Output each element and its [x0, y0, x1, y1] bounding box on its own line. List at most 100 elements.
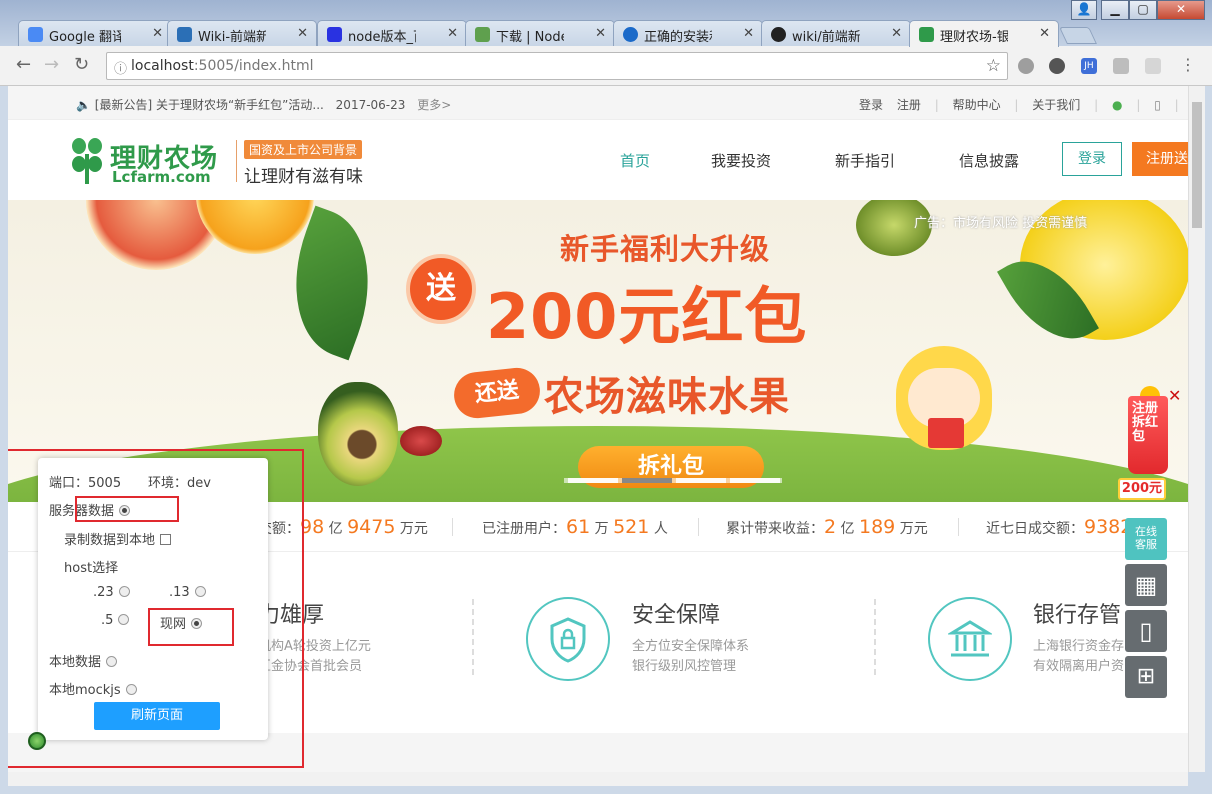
extension-jh-icon[interactable]: JH — [1081, 58, 1097, 74]
extension-reader-icon[interactable] — [1113, 58, 1129, 74]
top-register-link[interactable]: 注册 — [897, 98, 921, 112]
carousel-dot[interactable] — [568, 478, 618, 483]
refresh-page-button[interactable]: 刷新页面 — [94, 702, 220, 730]
carousel-dot[interactable] — [676, 478, 726, 483]
minimize-button[interactable]: ▁ — [1101, 0, 1129, 20]
divider — [452, 518, 453, 536]
tab-close-icon[interactable]: ✕ — [891, 26, 902, 41]
login-button[interactable]: 登录 — [1062, 142, 1122, 176]
host-radio[interactable] — [118, 586, 130, 597]
divider: | — [1136, 98, 1141, 112]
online-service-button[interactable]: 在线客服 — [1125, 518, 1167, 560]
more-link[interactable]: 更多> — [417, 98, 451, 112]
page-info-icon[interactable]: ⓘ — [114, 58, 127, 77]
divider — [874, 599, 876, 675]
wechat-icon[interactable]: ● — [1112, 98, 1122, 112]
extension-globe-icon[interactable] — [1018, 58, 1034, 74]
site-header: 理财农场 Lcfarm.com 国资及上市公司背景 让理财有滋有味 首页 我要投… — [8, 120, 1188, 200]
tab-title: node版本_百度 — [348, 30, 416, 45]
cherries-image — [400, 426, 442, 456]
qrcode-icon[interactable]: ▦ — [1125, 564, 1167, 606]
lcfarm-icon — [919, 27, 934, 42]
lemon-mascot-image — [896, 346, 992, 450]
local-data-radio[interactable] — [106, 656, 118, 667]
tab-github-wiki[interactable]: wiki/前端新人指 ✕ — [761, 20, 911, 47]
tab-strip: Google 翻译 ✕ Wiki-前端新人指 ✕ node版本_百度 ✕ 下载 … — [0, 0, 1212, 47]
horizontal-scrollbar[interactable] — [8, 772, 1188, 786]
tab-wiki[interactable]: Wiki-前端新人指 ✕ — [167, 20, 317, 47]
close-icon[interactable]: ✕ — [1168, 386, 1181, 405]
feature-line: 银行级别风控管理 — [632, 659, 737, 674]
mobile-app-icon[interactable]: ▯ — [1125, 610, 1167, 652]
tab-baidu[interactable]: node版本_百度 ✕ — [317, 20, 467, 47]
logo-sprout-icon[interactable] — [72, 138, 102, 184]
tab-lcfarm[interactable]: 理财农场-银行存 ✕ — [909, 20, 1059, 47]
logo-english[interactable]: Lcfarm.com — [112, 168, 211, 186]
nav-invest[interactable]: 我要投资 — [711, 150, 771, 171]
host-option-5[interactable]: .5 — [101, 613, 130, 628]
mockjs-radio[interactable] — [125, 684, 137, 695]
github-icon — [771, 27, 786, 42]
carousel-dot-active[interactable] — [622, 478, 672, 483]
user-profile-button[interactable]: 👤 — [1071, 0, 1097, 20]
nav-disclosure[interactable]: 信息披露 — [959, 150, 1019, 171]
red-packet-card[interactable]: 注册拆红包 — [1128, 396, 1168, 474]
scrollbar-thumb[interactable] — [1192, 102, 1202, 228]
stat-weekly-volume: 近七日成交额：9382 — [986, 516, 1133, 538]
dev-panel-toggle-icon[interactable] — [28, 732, 46, 750]
extension-feather-icon[interactable] — [1049, 58, 1065, 74]
nav-guide[interactable]: 新手指引 — [835, 150, 895, 171]
tab-close-icon[interactable]: ✕ — [447, 26, 458, 41]
help-center-link[interactable]: 帮助中心 — [953, 98, 1001, 112]
tab-google-translate[interactable]: Google 翻译 ✕ — [18, 20, 172, 47]
back-icon[interactable]: ← — [16, 55, 31, 75]
host-radio[interactable] — [118, 614, 130, 625]
nav-home[interactable]: 首页 — [620, 150, 650, 171]
slogan: 让理财有滋有味 — [244, 167, 363, 187]
wiki-icon — [177, 27, 192, 42]
record-option[interactable]: 录制数据到本地 — [64, 529, 172, 548]
tab-install-guide[interactable]: 正确的安装和使 ✕ — [613, 20, 763, 47]
tab-close-icon[interactable]: ✕ — [1039, 26, 1050, 41]
host-option-13[interactable]: .13 — [169, 585, 206, 600]
tab-close-icon[interactable]: ✕ — [152, 26, 163, 41]
host-option-23[interactable]: .23 — [93, 585, 130, 600]
announcement-text[interactable]: [最新公告] 关于理财农场“新手红包”活动... — [95, 98, 324, 112]
forward-icon[interactable]: → — [44, 55, 59, 75]
announcement[interactable]: 🔈 [最新公告] 关于理财农场“新手红包”活动... 2017-06-23 更多… — [76, 96, 451, 113]
carousel-dot[interactable] — [730, 478, 780, 483]
register-red-packet-widget[interactable]: 注册拆红包 200元 ✕ — [1118, 386, 1181, 506]
feature-line: 上海银行资金存 — [1033, 639, 1125, 654]
mobile-icon[interactable]: ▯ — [1154, 98, 1161, 112]
red-envelope — [928, 418, 964, 448]
calculator-icon[interactable]: ⊞ — [1125, 656, 1167, 698]
annotation-outline-live-host — [148, 608, 234, 646]
close-window-button[interactable]: ✕ — [1157, 0, 1205, 20]
tab-close-icon[interactable]: ✕ — [297, 26, 308, 41]
top-links: 登录 注册 | 帮助中心 | 关于我们 | ● | ▯ | ✆40 — [859, 96, 1188, 113]
tab-close-icon[interactable]: ✕ — [595, 26, 606, 41]
local-data-option[interactable]: 本地数据 — [49, 651, 118, 670]
reload-icon[interactable]: ↻ — [74, 55, 89, 75]
menu-dots-icon[interactable]: ⋮ — [1180, 55, 1196, 75]
top-login-link[interactable]: 登录 — [859, 98, 883, 112]
banner-title: 新手福利大升级 — [560, 232, 771, 266]
vertical-scrollbar[interactable] — [1188, 86, 1205, 772]
new-tab-button[interactable] — [1059, 27, 1097, 44]
extension-shield-icon[interactable] — [1145, 58, 1161, 74]
bookmark-star-icon[interactable]: ☆ — [986, 56, 1001, 76]
about-us-link[interactable]: 关于我们 — [1032, 98, 1080, 112]
banner-headline: 200元红包 — [486, 280, 808, 353]
address-bar[interactable]: ⓘ localhost:5005/index.html ☆ — [106, 52, 1008, 80]
tab-nodejs[interactable]: 下载 | Node.js 中 ✕ — [465, 20, 615, 47]
background-badge: 国资及上市公司背景 — [244, 140, 363, 159]
register-button[interactable]: 注册送 — [1132, 142, 1188, 176]
tab-close-icon[interactable]: ✕ — [743, 26, 754, 41]
mockjs-option[interactable]: 本地mockjs — [49, 679, 137, 698]
record-checkbox[interactable] — [160, 534, 172, 545]
maximize-button[interactable]: ▢ — [1129, 0, 1157, 20]
page-viewport: 🔈 [最新公告] 关于理财农场“新手红包”活动... 2017-06-23 更多… — [8, 86, 1188, 772]
tab-title: 正确的安装和使 — [644, 30, 712, 45]
host-radio[interactable] — [194, 586, 206, 597]
feature-line: 有效隔离用户资 — [1033, 659, 1125, 674]
